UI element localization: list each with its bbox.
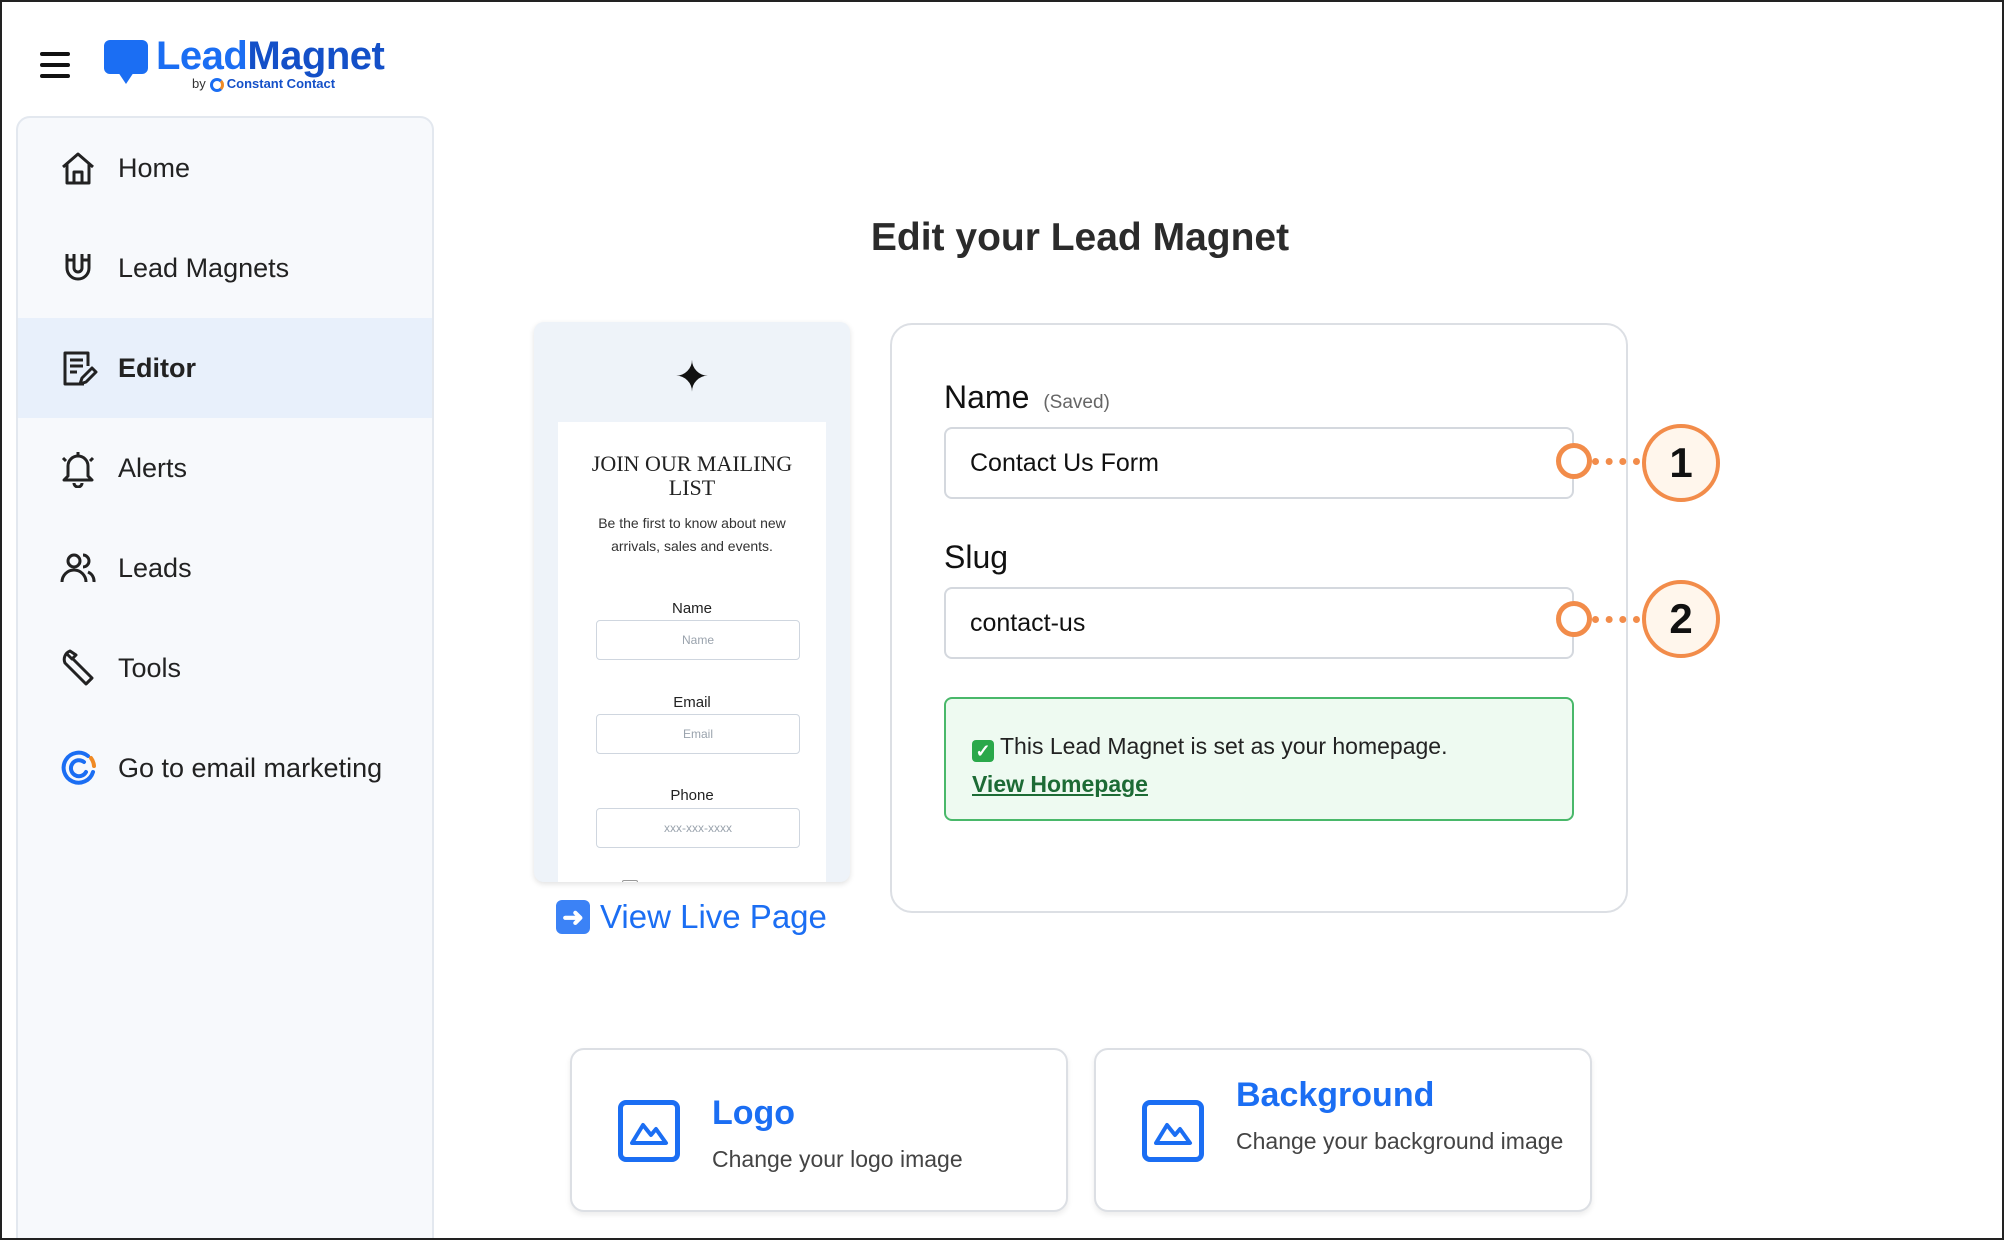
- sparkle-icon: ✦: [674, 353, 710, 400]
- hamburger-menu-icon[interactable]: [40, 52, 70, 78]
- sidebar-item-leads[interactable]: Leads: [18, 518, 432, 618]
- sidebar-item-label: Go to email marketing: [118, 752, 383, 783]
- callout-anchor: [1556, 601, 1592, 637]
- preview-phone-input: xxx-xxx-xxxx: [596, 808, 800, 848]
- view-live-page-label: View Live Page: [600, 898, 827, 935]
- preview-heading: JOIN OUR MAILING LIST: [591, 451, 793, 500]
- background-tile-title: Background: [1236, 1076, 1435, 1114]
- name-input[interactable]: Contact Us Form: [944, 427, 1574, 499]
- saved-status: (Saved): [1043, 392, 1110, 413]
- preview-checkbox: [622, 880, 638, 882]
- lead-magnet-settings-card: Name (Saved) Contact Us Form Slug contact…: [890, 323, 1628, 913]
- logo-byline: by Constant Contact: [192, 76, 336, 92]
- callout-connector: [1592, 616, 1640, 623]
- preview-subtitle: Be the first to know about new arrivals,…: [598, 515, 786, 554]
- callout-anchor: [1556, 443, 1592, 479]
- slug-field-label: Slug: [944, 539, 1009, 575]
- sidebar-item-label: Tools: [118, 652, 182, 683]
- sidebar-item-label: Home: [118, 152, 191, 183]
- arrow-right-icon: ➜: [556, 900, 590, 934]
- sidebar-item-label: Leads: [118, 552, 192, 583]
- background-tile[interactable]: Background Change your background image: [1094, 1048, 1592, 1212]
- sidebar-item-tools[interactable]: Tools: [18, 618, 432, 718]
- preview-form: JOIN OUR MAILING LIST Be the first to kn…: [558, 422, 826, 882]
- preview-field-label: Phone: [670, 787, 714, 804]
- sidebar-item-email-marketing[interactable]: Go to email marketing: [18, 718, 432, 818]
- sidebar: Home Lead Magnets Editor Alerts Leads To…: [16, 116, 434, 1240]
- preview-field-label: Email: [673, 694, 711, 711]
- constant-contact-icon: [209, 77, 224, 92]
- sidebar-item-editor[interactable]: Editor: [18, 318, 432, 418]
- preview-name-input: Name: [596, 620, 800, 660]
- name-field-label: Name (Saved): [944, 379, 1110, 415]
- preview-field-label: Name: [671, 600, 712, 617]
- leadmagnet-logo[interactable]: LeadMagnet by Constant Contact: [104, 34, 404, 94]
- sidebar-item-label: Editor: [118, 352, 196, 383]
- callout-connector: [1592, 458, 1640, 465]
- slug-input[interactable]: contact-us: [944, 587, 1574, 659]
- magnet-icon: [58, 248, 98, 288]
- lead-magnet-preview[interactable]: ✦ JOIN OUR MAILING LIST Be the first to …: [534, 322, 850, 882]
- home-icon: [58, 148, 98, 188]
- sidebar-item-label: Alerts: [118, 452, 188, 483]
- homepage-notice: ✓ This Lead Magnet is set as your homepag…: [944, 697, 1574, 821]
- page-title: Edit your Lead Magnet: [870, 216, 1290, 259]
- image-icon: [618, 1100, 680, 1162]
- sidebar-item-home[interactable]: Home: [18, 118, 432, 218]
- check-icon: ✓: [972, 740, 994, 762]
- logo-bubble-icon: [104, 40, 148, 84]
- logo-tile-title: Logo: [712, 1094, 796, 1132]
- sidebar-item-label: Lead Magnets: [118, 252, 290, 283]
- logo-tile[interactable]: Logo Change your logo image: [570, 1048, 1068, 1212]
- background-tile-description: Change your background image: [1236, 1128, 1564, 1154]
- constant-contact-icon: [58, 748, 98, 788]
- bell-icon: [58, 448, 98, 488]
- image-icon: [1142, 1100, 1204, 1162]
- logo-wordmark: LeadMagnet: [156, 34, 385, 78]
- homepage-notice-text: This Lead Magnet is set as your homepage…: [1000, 733, 1448, 759]
- callout-number-2: 2: [1642, 580, 1720, 658]
- wrench-icon: [58, 648, 98, 688]
- logo-tile-description: Change your logo image: [712, 1146, 963, 1172]
- sidebar-item-lead-magnets[interactable]: Lead Magnets: [18, 218, 432, 318]
- callout-number-1: 1: [1642, 424, 1720, 502]
- view-live-page-link[interactable]: ➜ View Live Page: [556, 898, 827, 936]
- view-homepage-link[interactable]: View Homepage: [972, 771, 1148, 797]
- edit-document-icon: [58, 348, 98, 388]
- users-icon: [58, 548, 98, 588]
- preview-email-input: Email: [596, 714, 800, 754]
- sidebar-item-alerts[interactable]: Alerts: [18, 418, 432, 518]
